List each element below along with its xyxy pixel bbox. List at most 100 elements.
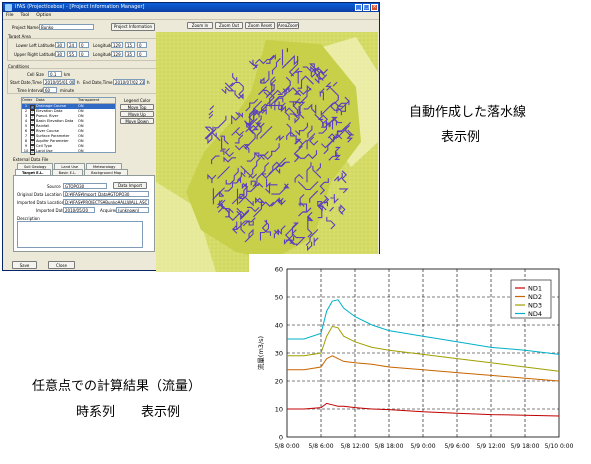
- lower-left-lat-label: Lower Left Latitude: [16, 43, 55, 48]
- window-title: IFAS (ProjectIcebox) - [Project Informat…: [15, 4, 145, 10]
- title-bar: IFAS (ProjectIcebox) - [Project Informat…: [3, 3, 379, 12]
- close-icon[interactable]: ×: [371, 4, 378, 11]
- imported-date-label: Imported Date: [36, 208, 66, 213]
- project-name-field[interactable]: Bunko: [39, 24, 94, 30]
- lower-left-lon-deg[interactable]: 129: [111, 42, 123, 48]
- row-name: Land Use: [36, 149, 53, 153]
- legend-label: ND3: [528, 301, 542, 309]
- data-import-button[interactable]: Data Import: [113, 182, 147, 189]
- zoom-in-button[interactable]: Zoom In: [187, 22, 213, 29]
- upper-right-lon-sec[interactable]: 0: [137, 51, 147, 57]
- start-datetime-field[interactable]: 2010/05/01 00: [43, 79, 75, 85]
- discharge-chart-panel: 0 10 20 30 40 50 60 5/8 0:00 5/8 6:00 5/8 12:00 5/…: [249, 254, 591, 460]
- menu-tool[interactable]: Tool: [21, 12, 30, 19]
- x-tick-label: 5/9 12:00: [477, 443, 506, 450]
- external-data-label: External Data File: [13, 157, 49, 162]
- y-tick-label: 60: [275, 266, 283, 274]
- move-top-button[interactable]: Move Top: [120, 104, 154, 110]
- layer-table[interactable]: Order Data Transparent 1 ✓ Drainage Course…: [21, 97, 116, 155]
- y-tick-label: 20: [275, 378, 283, 386]
- acquirer-label: Acquirer: [100, 208, 117, 213]
- upper-right-lon-min[interactable]: 35: [125, 51, 135, 57]
- end-datetime-field[interactable]: 2010/07/02 23: [113, 79, 145, 85]
- row-transparent[interactable]: ON: [78, 149, 112, 154]
- upper-right-lon-label: Longitude: [93, 52, 113, 57]
- upper-right-lat-min[interactable]: 55: [67, 51, 77, 57]
- upper-right-lat-deg[interactable]: 30: [55, 51, 65, 57]
- window-controls: _ □ ×: [355, 4, 378, 11]
- original-location-field[interactable]: D:¥IFAS¥Import_Data¥GTOPO30: [63, 191, 149, 197]
- description-textarea[interactable]: [17, 221, 143, 248]
- zoom-out-button[interactable]: Zoom Out: [215, 22, 243, 29]
- end-datetime-label: End Date,Time: [83, 80, 113, 85]
- lower-left-lat-min[interactable]: 24: [67, 42, 77, 48]
- header-transparent: Transparent: [78, 98, 100, 102]
- lower-left-lat-sec[interactable]: 0: [79, 42, 89, 48]
- y-tick-label: 0: [279, 434, 283, 442]
- original-location-label: Original Data Location: [17, 192, 62, 197]
- menu-option[interactable]: Option: [36, 12, 51, 19]
- chart-legend: ND1ND2ND3ND4: [510, 279, 552, 319]
- save-button[interactable]: Save: [12, 261, 37, 269]
- caption-result-title: 任意点での計算結果（流量）: [32, 379, 202, 394]
- app-window: IFAS (ProjectIcebox) - [Project Informat…: [2, 2, 380, 272]
- time-interval-label: Time Interval: [17, 88, 44, 93]
- x-tick-label: 5/10 0:00: [545, 443, 574, 450]
- project-information-button[interactable]: Project Information: [111, 23, 155, 31]
- imported-date-field[interactable]: 2010/05/20: [63, 207, 95, 213]
- cell-size-field[interactable]: 0.1: [48, 71, 62, 77]
- x-tick-label: 5/9 18:00: [511, 443, 540, 450]
- imported-location-field[interactable]: D:¥IFAS¥PROJECTS¥Bunko¥ALLWALL.ASC: [63, 199, 149, 205]
- end-unit: h: [147, 80, 150, 85]
- time-interval-unit: minute: [60, 88, 75, 93]
- x-tick-label: 5/8 18:00: [375, 443, 404, 450]
- y-tick-label: 50: [275, 294, 283, 302]
- lower-left-lat-deg[interactable]: 30: [55, 42, 65, 48]
- legend-label: ND4: [528, 310, 542, 318]
- x-tick-label: 5/8 0:00: [274, 443, 299, 450]
- menu-file[interactable]: File: [6, 12, 14, 19]
- cell-size-label: Cell Size: [27, 72, 44, 77]
- legend-label: ND2: [528, 293, 542, 301]
- y-axis-label: 流量(m3/s): [256, 336, 265, 370]
- zoom-reset-button[interactable]: Zoom Reset: [245, 22, 275, 29]
- app-icon: [5, 4, 12, 11]
- x-tick-label: 5/8 12:00: [341, 443, 370, 450]
- time-interval-field[interactable]: 60: [43, 87, 57, 93]
- y-tick-label: 30: [275, 350, 283, 358]
- start-unit: h: [77, 80, 80, 85]
- legend-label: ND1: [528, 284, 542, 292]
- maximize-icon[interactable]: □: [363, 4, 370, 11]
- header-data: Data: [36, 98, 45, 102]
- drainage-map-view[interactable]: [156, 32, 378, 272]
- move-down-button[interactable]: Move Down: [120, 118, 154, 124]
- x-tick-label: 5/8 6:00: [308, 443, 333, 450]
- discharge-chart: 0 10 20 30 40 50 60 5/8 0:00 5/8 6:00 5/8 12:00 5/…: [256, 266, 574, 451]
- upper-right-lat-label: Upper Right Latitude: [14, 52, 56, 57]
- menu-bar: File Tool Option: [3, 12, 379, 20]
- x-tick-label: 5/9 6:00: [444, 443, 469, 450]
- acquirer-field[interactable]: (unknown): [116, 207, 149, 213]
- table-row[interactable]: 10 ✓ Land Use ON: [22, 149, 115, 155]
- caption-result-sub: 時系列 表示例: [76, 405, 181, 420]
- upper-right-lon-deg[interactable]: 129: [111, 51, 123, 57]
- cell-size-unit: km: [64, 72, 71, 77]
- start-datetime-label: Start Date,Time: [10, 80, 42, 85]
- legend-color-label: Legend Color: [124, 98, 151, 103]
- source-label: Source: [47, 184, 61, 189]
- close-button[interactable]: Close: [48, 261, 75, 269]
- x-tick-label: 5/9 0:00: [410, 443, 435, 450]
- y-tick-label: 10: [275, 406, 283, 414]
- minimize-icon[interactable]: _: [355, 4, 362, 11]
- source-field[interactable]: GTOPO30: [63, 183, 107, 189]
- area-zoom-button[interactable]: AreaZoom: [277, 22, 299, 29]
- move-up-button[interactable]: Move Up: [120, 111, 154, 117]
- caption-drainage-sub: 表示例: [441, 130, 481, 145]
- lower-left-lon-min[interactable]: 15: [125, 42, 135, 48]
- lower-left-lon-sec[interactable]: 0: [137, 42, 147, 48]
- upper-right-lat-sec[interactable]: 0: [79, 51, 89, 57]
- imported-location-label: Imported Data Location: [17, 200, 65, 205]
- project-name-label: Project Name: [12, 25, 39, 30]
- y-tick-label: 40: [275, 322, 283, 330]
- lower-left-lon-label: Longitude: [93, 43, 113, 48]
